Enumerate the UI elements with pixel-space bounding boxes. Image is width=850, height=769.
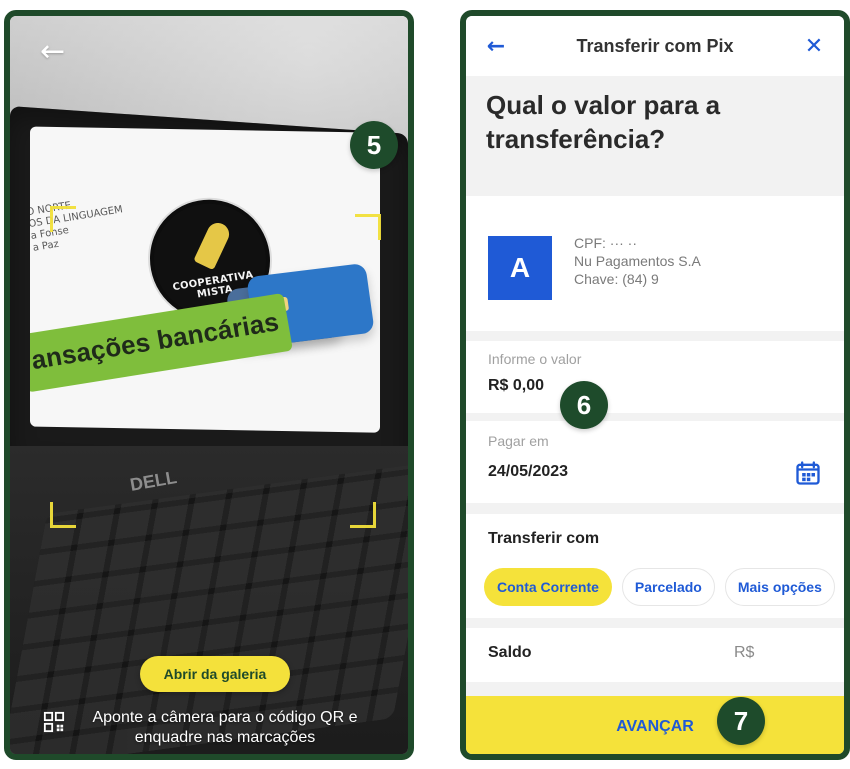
step-badge-7: 7	[717, 697, 765, 745]
transfer-with-section: Transferir com Conta Corrente Parcelado …	[466, 514, 844, 682]
advance-button[interactable]: AVANÇAR	[466, 718, 844, 736]
arrow-left-icon[interactable]: ←	[40, 34, 76, 70]
qr-code-icon	[43, 711, 65, 733]
step-badge-5: 5	[350, 121, 398, 169]
qr-instructions-text: Aponte a câmera para o código QR e enqua…	[92, 709, 358, 746]
open-gallery-button[interactable]: Abrir da galeria	[140, 656, 290, 692]
slide-left-text: O NORTE OS DA LINGUAGEM a Fonse a Paz	[30, 189, 154, 267]
balance-label: Saldo	[488, 644, 532, 661]
page-title: Transferir com Pix	[576, 35, 734, 56]
scan-corner-top-left	[50, 206, 76, 232]
chip-parcelado[interactable]: Parcelado	[621, 568, 715, 606]
amount-question: Qual o valor para a transferência?	[486, 90, 721, 154]
redaction-mask	[702, 214, 844, 306]
amount-value[interactable]: R$ 0,00	[488, 377, 544, 395]
camera-screen-frame: O NORTE OS DA LINGUAGEM a Fonse a Paz CO…	[4, 10, 414, 760]
chip-mais-opcoes[interactable]: Mais opções	[724, 568, 835, 606]
laptop-brand: DELL	[128, 467, 179, 495]
transfer-with-title: Transferir com	[488, 530, 600, 547]
step-badge-6: 6	[560, 381, 608, 429]
payment-date-value[interactable]: 24/05/2023	[488, 463, 568, 481]
recipient-avatar: A	[488, 236, 552, 300]
recipient-line-cpf: CPF: ··· ··	[574, 235, 637, 251]
payment-date-field[interactable]: Pagar em 24/05/2023	[466, 421, 844, 503]
scan-corner-bottom-right	[350, 502, 376, 528]
pix-transfer-screen-frame: ← Transferir com Pix ✕ Qual o valor para…	[460, 10, 850, 760]
arrow-left-icon[interactable]: ←	[482, 32, 510, 60]
bottom-action-bar: AVANÇAR	[466, 696, 844, 754]
scan-corner-top-right	[355, 214, 381, 240]
balance-value: R$	[734, 644, 755, 661]
amount-label: Informe o valor	[488, 351, 582, 367]
scan-corner-bottom-left	[50, 502, 76, 528]
payment-date-label: Pagar em	[488, 433, 549, 449]
laptop-screen: O NORTE OS DA LINGUAGEM a Fonse a Paz CO…	[10, 106, 408, 484]
slide-green-band: ansações bancárias	[30, 292, 293, 393]
calendar-icon[interactable]	[794, 459, 822, 487]
balance-row: Saldo R$	[466, 628, 844, 682]
recipient-info: CPF: ··· ·· Nu Pagamentos S.A. Chave: (8…	[574, 234, 705, 288]
chip-conta-corrente[interactable]: Conta Corrente	[484, 568, 612, 606]
transfer-options: Conta Corrente Parcelado Mais opções	[484, 568, 835, 606]
recipient-line-bank: Nu Pagamentos S.A.	[574, 253, 705, 269]
recipient-card: A CPF: ··· ·· Nu Pagamentos S.A. Chave: …	[466, 196, 844, 331]
section-divider	[466, 618, 844, 628]
top-bar: ← Transferir com Pix ✕	[466, 16, 844, 76]
qr-instructions: Aponte a câmera para o código QR e enqua…	[10, 704, 408, 754]
amount-field[interactable]: Informe o valor R$ 0,00	[466, 341, 844, 413]
close-icon[interactable]: ✕	[800, 32, 828, 60]
recipient-line-key: Chave: (84) 9	[574, 271, 659, 287]
presentation-slide: O NORTE OS DA LINGUAGEM a Fonse a Paz CO…	[30, 126, 380, 433]
